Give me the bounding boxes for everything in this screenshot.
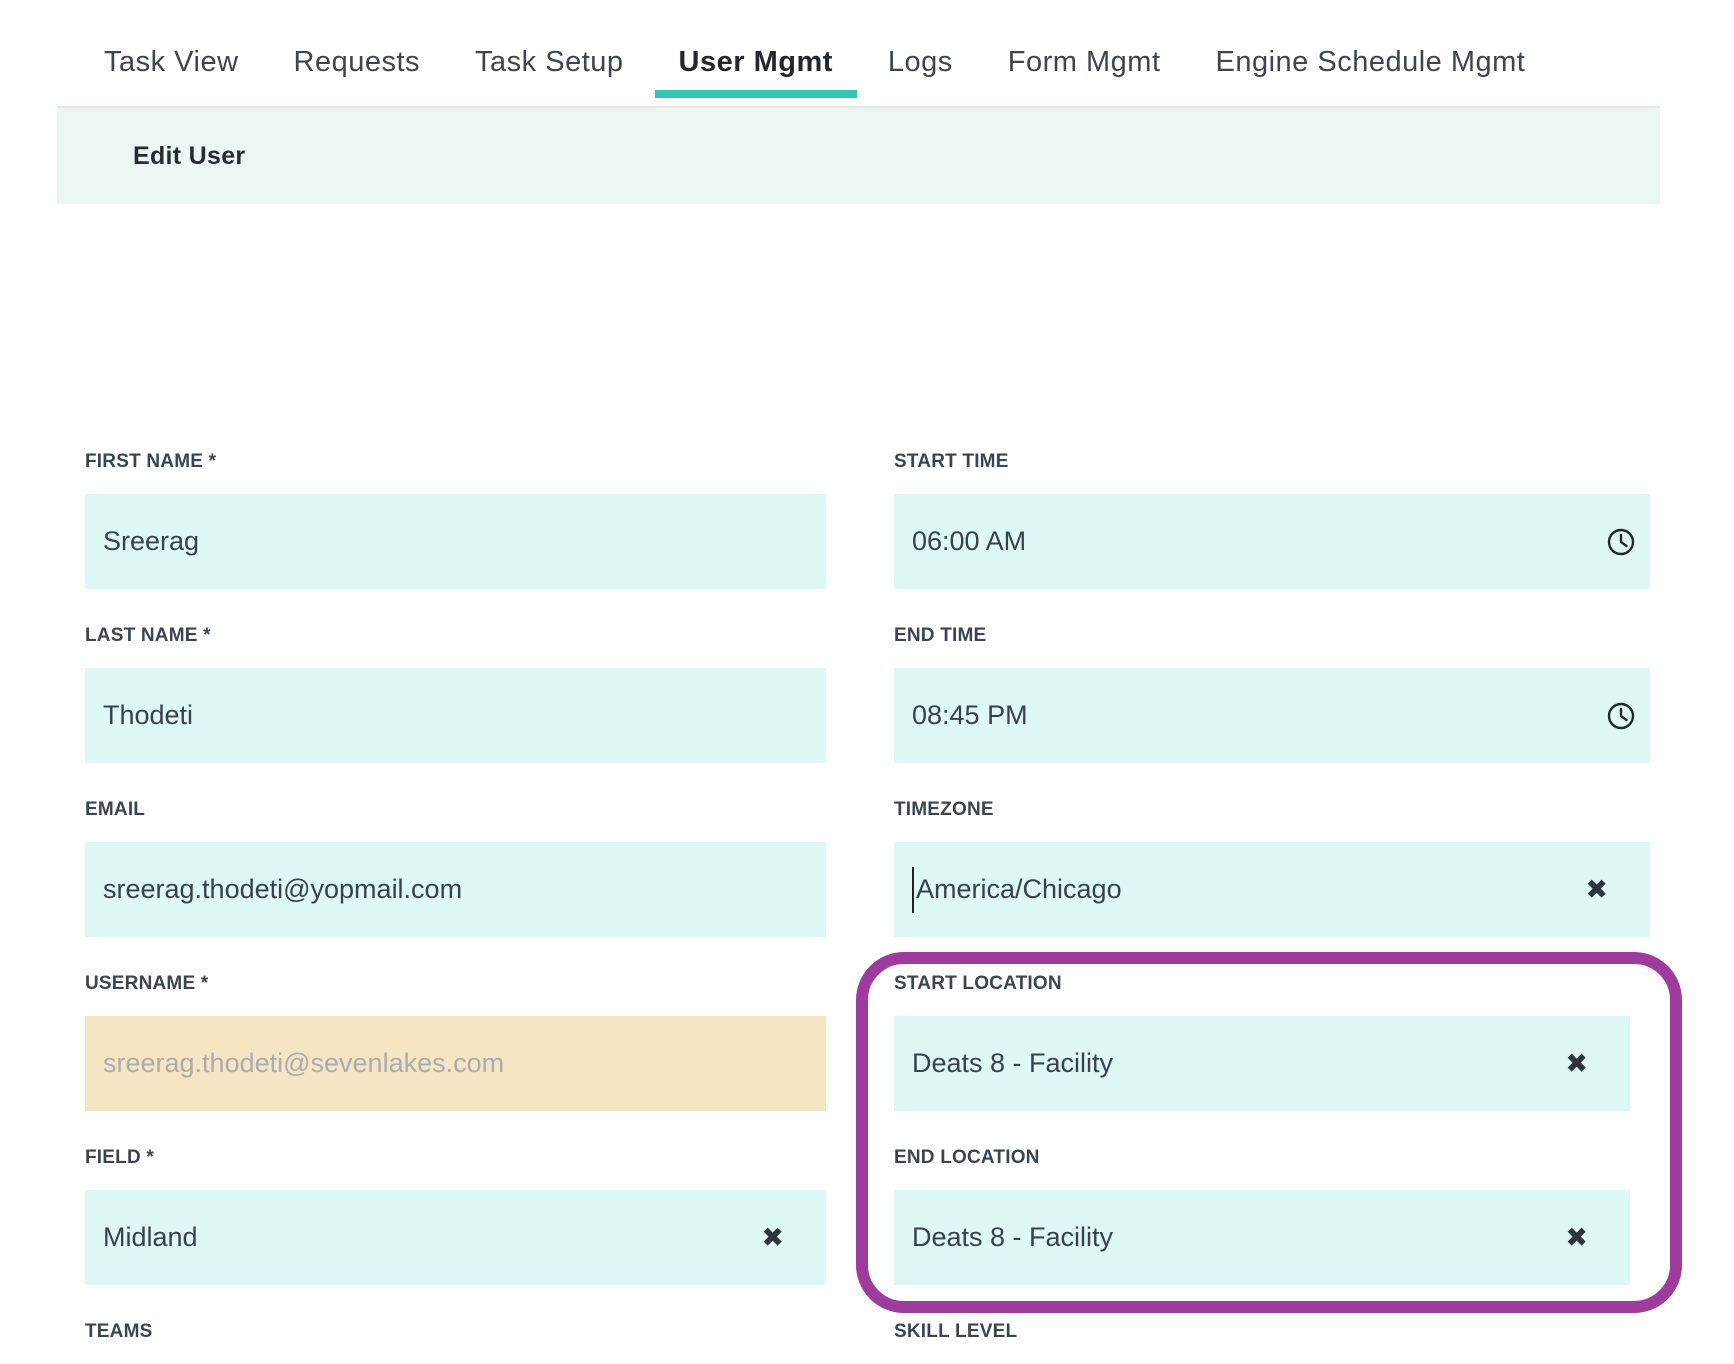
end-time-input[interactable]: 08:45 PM [894,668,1650,763]
start-time-label: START TIME [894,452,1650,472]
tab-task-setup[interactable]: Task Setup [475,46,623,98]
clear-icon[interactable]: ✖ [1565,1224,1588,1251]
end-location-label: END LOCATION [894,1148,1630,1168]
username-value: sreerag.thodeti@sevenlakes.com [103,1048,504,1079]
end-time-label: END TIME [894,626,1650,646]
field-start-location: START LOCATION Deats 8 - Facility ✖ [894,974,1630,1111]
field-label: FIELD * [85,1148,826,1168]
tab-user-mgmt[interactable]: User Mgmt [679,46,833,98]
field-username: USERNAME * sreerag.thodeti@sevenlakes.co… [85,974,826,1111]
start-location-value: Deats 8 - Facility [912,1048,1113,1079]
start-location-input[interactable]: Deats 8 - Facility ✖ [894,1016,1630,1111]
username-label: USERNAME * [85,974,826,994]
clear-icon[interactable]: ✖ [1585,876,1608,903]
last-name-label: LAST NAME * [85,626,826,646]
first-name-input[interactable]: Sreerag [85,494,826,589]
clear-icon[interactable]: ✖ [761,1224,784,1251]
field-skill-level: SKILL LEVEL [894,1322,1214,1338]
start-time-input[interactable]: 06:00 AM [894,494,1650,589]
teams-label: TEAMS [85,1322,405,1338]
first-name-value: Sreerag [103,526,199,557]
clock-icon[interactable] [1606,527,1636,557]
field-end-time: END TIME 08:45 PM [894,626,1650,763]
timezone-value: America/Chicago [916,874,1122,905]
field-first-name: FIRST NAME * Sreerag [85,452,826,589]
section-banner: Edit User [57,106,1660,204]
end-location-input[interactable]: Deats 8 - Facility ✖ [894,1190,1630,1285]
field-start-time: START TIME 06:00 AM [894,452,1650,589]
end-time-value: 08:45 PM [912,700,1028,731]
skill-level-label: SKILL LEVEL [894,1322,1214,1338]
last-name-value: Thodeti [103,700,193,731]
last-name-input[interactable]: Thodeti [85,668,826,763]
email-label: EMAIL [85,800,826,820]
field-teams: TEAMS [85,1322,405,1338]
tab-logs[interactable]: Logs [888,46,953,98]
tab-user-mgmt-label: User Mgmt [679,46,833,78]
timezone-input[interactable]: America/Chicago ✖ [894,842,1650,937]
first-name-label: FIRST NAME * [85,452,826,472]
tab-task-view[interactable]: Task View [104,46,239,98]
field-end-location: END LOCATION Deats 8 - Facility ✖ [894,1148,1630,1285]
field-timezone: TIMEZONE America/Chicago ✖ [894,800,1650,937]
field-value: Midland [103,1222,198,1253]
timezone-label: TIMEZONE [894,800,1650,820]
tab-requests[interactable]: Requests [294,46,421,98]
clock-icon[interactable] [1606,701,1636,731]
top-tab-bar: Task View Requests Task Setup User Mgmt … [104,46,1525,98]
email-value: sreerag.thodeti@yopmail.com [103,874,462,905]
clear-icon[interactable]: ✖ [1565,1050,1588,1077]
field-field: FIELD * Midland ✖ [85,1148,826,1285]
active-tab-underline [655,90,857,98]
page-title: Edit User [133,142,245,171]
tab-engine-schedule-mgmt[interactable]: Engine Schedule Mgmt [1216,46,1526,98]
end-location-value: Deats 8 - Facility [912,1222,1113,1253]
start-location-label: START LOCATION [894,974,1630,994]
username-input: sreerag.thodeti@sevenlakes.com [85,1016,826,1111]
tab-form-mgmt[interactable]: Form Mgmt [1008,46,1161,98]
field-email: EMAIL sreerag.thodeti@yopmail.com [85,800,826,937]
field-last-name: LAST NAME * Thodeti [85,626,826,763]
start-time-value: 06:00 AM [912,526,1026,557]
text-cursor [912,867,914,913]
email-input[interactable]: sreerag.thodeti@yopmail.com [85,842,826,937]
field-input[interactable]: Midland ✖ [85,1190,826,1285]
